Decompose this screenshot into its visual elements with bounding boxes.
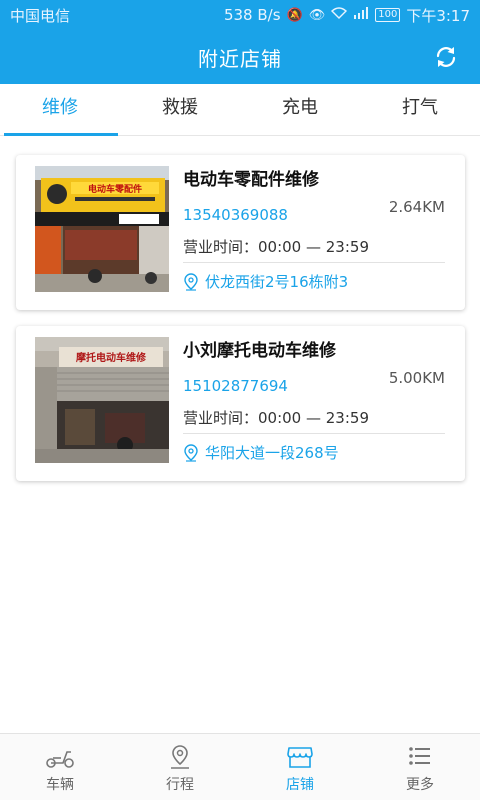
scooter-icon xyxy=(46,751,74,768)
nav-vehicle-label: 车辆 xyxy=(46,777,74,793)
location-pin-icon xyxy=(184,272,198,291)
status-icons: 538 B/s 🔕 👁 100 下午3:17 xyxy=(224,5,470,26)
shop-hours: 营业时间：00:00 — 23:59 xyxy=(183,238,369,256)
location-pin-icon xyxy=(171,745,189,769)
page-title: 附近店铺 xyxy=(198,46,282,71)
shop-name: 电动车零配件维修 xyxy=(183,170,319,190)
eye-icon: 👁 xyxy=(308,7,326,23)
shop-name: 小刘摩托电动车维修 xyxy=(183,341,336,361)
nav-more[interactable]: 更多 xyxy=(360,734,480,800)
shop-distance: 5.00KM xyxy=(388,369,445,387)
nav-vehicle[interactable]: 车辆 xyxy=(0,734,120,800)
shop-photo: 摩托电动车维修 xyxy=(35,337,169,463)
shop-sign-text: 摩托电动车维修 xyxy=(76,351,147,364)
location-pin-icon xyxy=(184,443,198,462)
carrier-name: 中国电信 xyxy=(10,6,71,25)
tab-rescue[interactable]: 救援 xyxy=(120,84,240,135)
tab-charging[interactable]: 充电 xyxy=(240,84,360,135)
clock: 下午3:17 xyxy=(406,6,470,25)
refresh-icon[interactable] xyxy=(432,43,460,71)
nav-more-label: 更多 xyxy=(406,777,434,793)
tab-inflate[interactable]: 打气 xyxy=(360,84,480,135)
signal-icon xyxy=(353,7,369,23)
divider xyxy=(183,262,445,263)
bottom-nav: 车辆 行程 店铺 更多 xyxy=(0,733,480,800)
status-bar: 中国电信 538 B/s 🔕 👁 100 下午3:17 xyxy=(0,0,480,30)
shop-address-link[interactable]: 伏龙西街2号16栋附3 xyxy=(183,271,348,292)
list-icon xyxy=(409,747,430,765)
shop-distance: 2.64KM xyxy=(388,198,445,216)
nav-stores-label: 店铺 xyxy=(286,777,314,793)
shop-hours: 营业时间：00:00 — 23:59 xyxy=(183,409,369,427)
nav-trips-label: 行程 xyxy=(166,777,194,793)
shop-list: 电动车零配件 电动车零配件维修 13540369088 2.64KM 营业时间：… xyxy=(0,137,480,733)
category-tabs: 维修 救援 充电 打气 xyxy=(0,84,480,136)
shop-address: 伏龙西街2号16栋附3 xyxy=(205,273,349,291)
shop-sign-text: 电动车零配件 xyxy=(88,183,142,194)
shop-phone-link[interactable]: 15102877694 xyxy=(183,377,288,395)
shop-card[interactable]: 摩托电动车维修 小刘摩托电动车维修 15102877694 5.00KM 营业时… xyxy=(16,326,465,481)
shop-photo: 电动车零配件 xyxy=(35,166,169,292)
store-icon xyxy=(287,747,313,768)
shop-address: 华阳大道一段268号 xyxy=(205,444,339,462)
net-speed: 538 B/s xyxy=(223,6,281,24)
tab-repair[interactable]: 维修 xyxy=(0,84,120,136)
shop-card[interactable]: 电动车零配件 电动车零配件维修 13540369088 2.64KM 营业时间：… xyxy=(16,155,465,310)
wifi-icon xyxy=(331,7,348,23)
nav-stores[interactable]: 店铺 xyxy=(240,734,360,800)
battery-icon: 100 xyxy=(375,8,401,22)
shop-phone-link[interactable]: 13540369088 xyxy=(183,206,288,224)
nav-trips[interactable]: 行程 xyxy=(120,734,240,800)
app-header: 附近店铺 xyxy=(0,30,480,84)
shop-address-link[interactable]: 华阳大道一段268号 xyxy=(183,442,339,463)
mute-icon: 🔕 xyxy=(286,7,303,23)
divider xyxy=(183,433,445,434)
